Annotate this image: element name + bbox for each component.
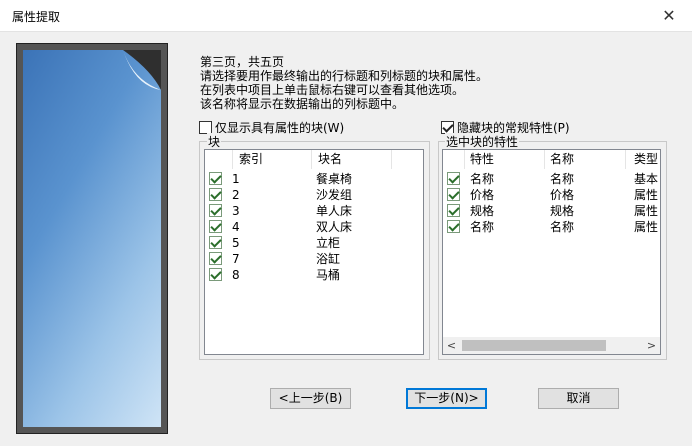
row-checkbox[interactable] <box>447 172 460 185</box>
block-row[interactable]: 4 双人床 <box>205 219 423 235</box>
block-index: 7 <box>232 252 240 266</box>
property-name: 规格 <box>550 204 575 218</box>
property-row[interactable]: 规格 规格 属性 <box>443 203 660 219</box>
block-row[interactable]: 1 餐桌椅 <box>205 171 423 187</box>
page-curl-icon <box>123 50 161 90</box>
property-label: 名称 <box>470 220 495 234</box>
only-with-attributes-label: 仅显示具有属性的块(W) <box>215 121 345 135</box>
block-name: 立柜 <box>316 236 341 250</box>
row-checkbox[interactable] <box>209 204 222 217</box>
block-name: 浴缸 <box>316 252 341 266</box>
block-name: 沙发组 <box>316 188 353 202</box>
column-name[interactable]: 名称 <box>545 150 626 169</box>
column-type[interactable]: 类型 <box>626 150 660 169</box>
column-property[interactable]: 特性 <box>465 150 545 169</box>
block-row[interactable]: 3 单人床 <box>205 203 423 219</box>
block-row[interactable]: 7 浴缸 <box>205 251 423 267</box>
block-name: 单人床 <box>316 204 353 218</box>
cancel-button[interactable]: 取消 <box>538 388 619 409</box>
next-button[interactable]: 下一步(N)> <box>406 388 487 409</box>
row-checkbox[interactable] <box>209 236 222 249</box>
column-check[interactable] <box>205 150 233 169</box>
scroll-thumb[interactable] <box>462 340 606 351</box>
property-type: 属性 <box>634 220 659 234</box>
scroll-left-icon[interactable]: < <box>443 337 460 354</box>
block-name: 双人床 <box>316 220 353 234</box>
block-index: 1 <box>232 172 240 186</box>
close-icon[interactable]: ✕ <box>646 0 692 32</box>
row-checkbox[interactable] <box>209 172 222 185</box>
block-index: 2 <box>232 188 240 202</box>
page-illustration <box>23 50 161 427</box>
property-row[interactable]: 价格 价格 属性 <box>443 187 660 203</box>
block-row[interactable]: 8 马桶 <box>205 267 423 283</box>
property-name: 价格 <box>550 188 575 202</box>
window-title: 属性提取 <box>12 10 61 24</box>
properties-group-label: 选中块的特性 <box>445 133 520 150</box>
instructions: 第三页，共五页 请选择要用作最终输出的行标题和列标题的块和属性。 在列表中项目上… <box>200 55 488 111</box>
row-checkbox[interactable] <box>209 220 222 233</box>
attribute-extraction-dialog: 属性提取 ✕ 第三页，共五页 请选择要用作最终输出的行标题和列标题的块和属性。 … <box>0 0 692 446</box>
property-label: 规格 <box>470 204 495 218</box>
column-index[interactable]: 索引 <box>233 150 312 169</box>
block-name: 餐桌椅 <box>316 172 353 186</box>
blocks-group-label: 块 <box>207 133 222 150</box>
block-index: 8 <box>232 268 240 282</box>
property-type: 属性 <box>634 188 659 202</box>
block-name: 马桶 <box>316 268 341 282</box>
row-checkbox[interactable] <box>209 252 222 265</box>
back-button[interactable]: <上一步(B) <box>270 388 351 409</box>
property-name: 名称 <box>550 220 575 234</box>
property-type: 属性 <box>634 204 659 218</box>
instruction-line: 第三页，共五页 <box>200 55 285 69</box>
block-index: 5 <box>232 236 240 250</box>
property-row[interactable]: 名称 名称 基本 <box>443 171 660 187</box>
column-block-name[interactable]: 块名 <box>312 150 392 169</box>
blocks-list[interactable]: 索引 块名 1 餐桌椅 2 沙发组 3 单人床 4 双人床 5 立柜 7 浴缸 8 马桶 <box>204 149 424 355</box>
title-bar: 属性提取 ✕ <box>0 0 692 32</box>
properties-list[interactable]: 特性 名称 类型 名称 名称 基本 价格 价格 属性 规格 规格 属性 名称 名称 属性 < > <box>442 149 661 355</box>
instruction-line: 该名称将显示在数据输出的列标题中。 <box>200 97 405 111</box>
instruction-line: 请选择要用作最终输出的行标题和列标题的块和属性。 <box>200 69 489 83</box>
block-row[interactable]: 2 沙发组 <box>205 187 423 203</box>
blocks-list-header: 索引 块名 <box>205 150 423 169</box>
property-label: 价格 <box>470 188 495 202</box>
row-checkbox[interactable] <box>447 220 460 233</box>
block-row[interactable]: 5 立柜 <box>205 235 423 251</box>
wizard-illustration <box>16 43 168 434</box>
property-row[interactable]: 名称 名称 属性 <box>443 219 660 235</box>
row-checkbox[interactable] <box>447 188 460 201</box>
property-name: 名称 <box>550 172 575 186</box>
property-label: 名称 <box>470 172 495 186</box>
properties-list-header: 特性 名称 类型 <box>443 150 660 169</box>
row-checkbox[interactable] <box>209 188 222 201</box>
scroll-right-icon[interactable]: > <box>643 337 660 354</box>
column-check[interactable] <box>443 150 465 169</box>
instruction-line: 在列表中项目上单击鼠标右键可以查看其他选项。 <box>200 83 465 97</box>
column-blank <box>392 150 423 169</box>
row-checkbox[interactable] <box>209 268 222 281</box>
block-index: 3 <box>232 204 240 218</box>
row-checkbox[interactable] <box>447 204 460 217</box>
block-index: 4 <box>232 220 240 234</box>
properties-horizontal-scrollbar[interactable]: < > <box>443 337 660 354</box>
property-type: 基本 <box>634 172 659 186</box>
